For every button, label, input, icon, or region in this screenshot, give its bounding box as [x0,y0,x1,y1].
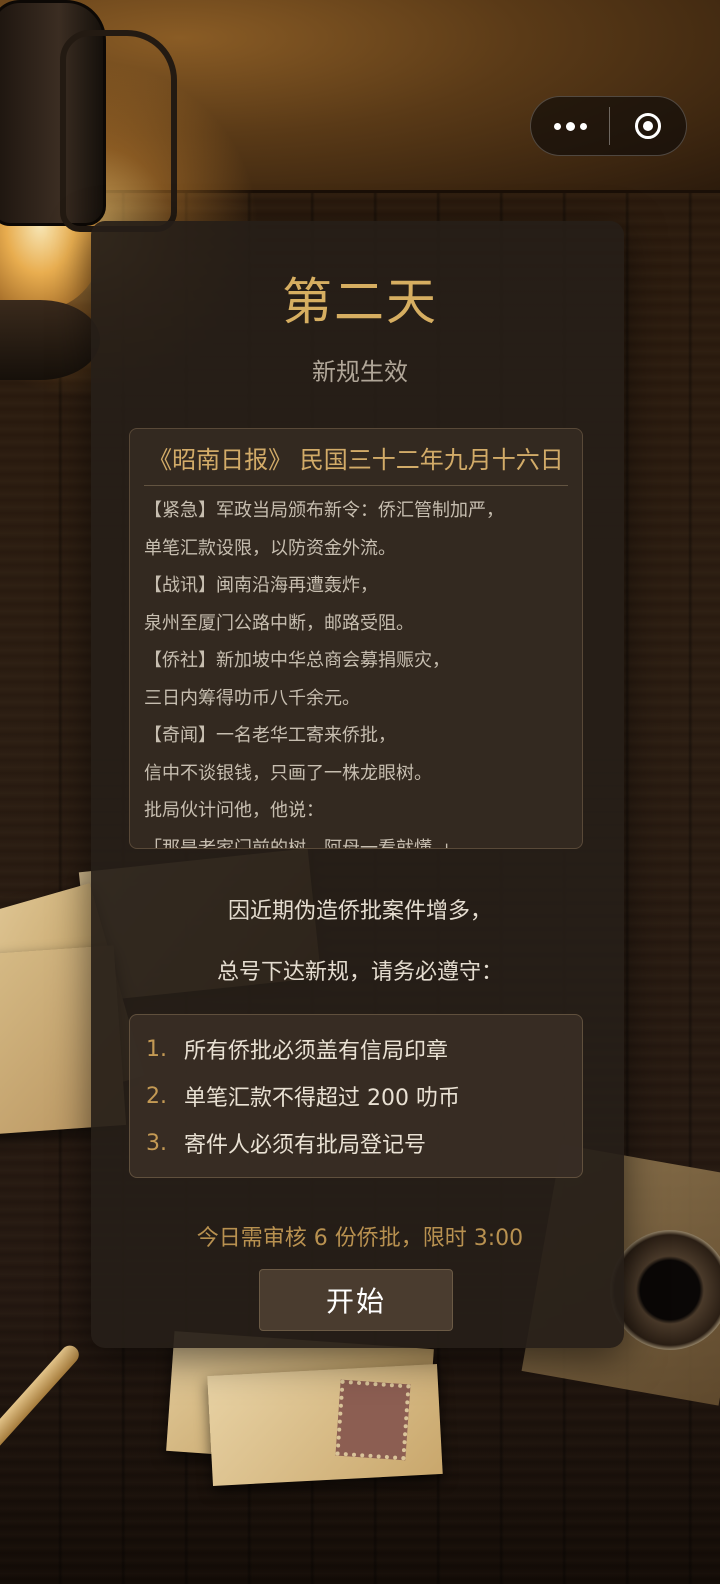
dot [553,122,561,130]
rules-panel: 1. 所有侨批必须盖有信局印章 2. 单笔汇款不得超过 200 叻币 3. 寄件… [129,1014,583,1178]
miniprogram-capsule [530,96,687,156]
rule-item: 1. 所有侨批必须盖有信局印章 [146,1029,572,1069]
news-line: 【侨社】新加坡中华总商会募捐赈灾， [144,650,450,671]
start-button[interactable]: 开始 [259,1269,453,1331]
rule-text: 单笔汇款不得超过 200 叻币 [184,1086,460,1111]
newspaper-header: 《昭南日报》 民国三十二年九月十六日 [144,443,568,486]
dot [579,122,587,130]
rule-text: 寄件人必须有批局登记号 [184,1133,427,1158]
newspaper-body: 【紧急】军政当局颁布新令：侨汇管制加严， 单笔汇款设限，以防资金外流。 【战讯】… [144,492,574,849]
more-dots-icon[interactable] [531,97,609,155]
notice-line-1: 因近期伪造侨批案件增多， [227,899,492,924]
news-line: 「那是老家门前的树，阿母一看就懂。」 [144,837,459,849]
rule-number: 3. [146,1130,167,1156]
postage-stamp-icon [335,1379,411,1461]
news-line: 单笔汇款设限，以防资金外流。 [144,537,396,559]
news-line: 批局伙计问他，他说： [144,800,324,821]
dot [565,121,575,131]
oil-lamp-frame [60,30,177,232]
day-title: 第二天 [282,273,438,331]
rule-item: 3. 寄件人必须有批局登记号 [146,1123,572,1163]
task-summary: 今日需审核 6 份侨批，限时 3:00 [196,1226,524,1251]
notice-line-2: 总号下达新规，请务必遵守： [216,960,503,985]
rule-number: 1. [146,1036,167,1062]
news-line: 【战讯】闽南沿海再遭轰炸， [144,575,378,596]
target-circle-icon [635,113,661,139]
news-line: 三日内筹得叻币八千余元。 [144,687,360,709]
news-line: 【奇闻】一名老华工寄来侨批， [144,725,396,746]
newspaper-panel: 《昭南日报》 民国三十二年九月十六日 【紧急】军政当局颁布新令：侨汇管制加严， … [129,428,583,849]
news-line: 信中不谈银钱，只画了一株龙眼树。 [144,762,432,784]
pen-icon [0,1341,83,1459]
news-line: 泉州至厦门公路中断，邮路受阻。 [144,612,414,634]
close-miniprogram-button[interactable] [610,97,686,155]
news-line: 【紧急】军政当局颁布新令：侨汇管制加严， [144,500,504,521]
rule-text: 所有侨批必须盖有信局印章 [184,1039,449,1064]
rule-item: 2. 单笔汇款不得超过 200 叻币 [146,1076,572,1116]
day-subtitle: 新规生效 [312,358,408,386]
rule-number: 2. [146,1083,167,1109]
